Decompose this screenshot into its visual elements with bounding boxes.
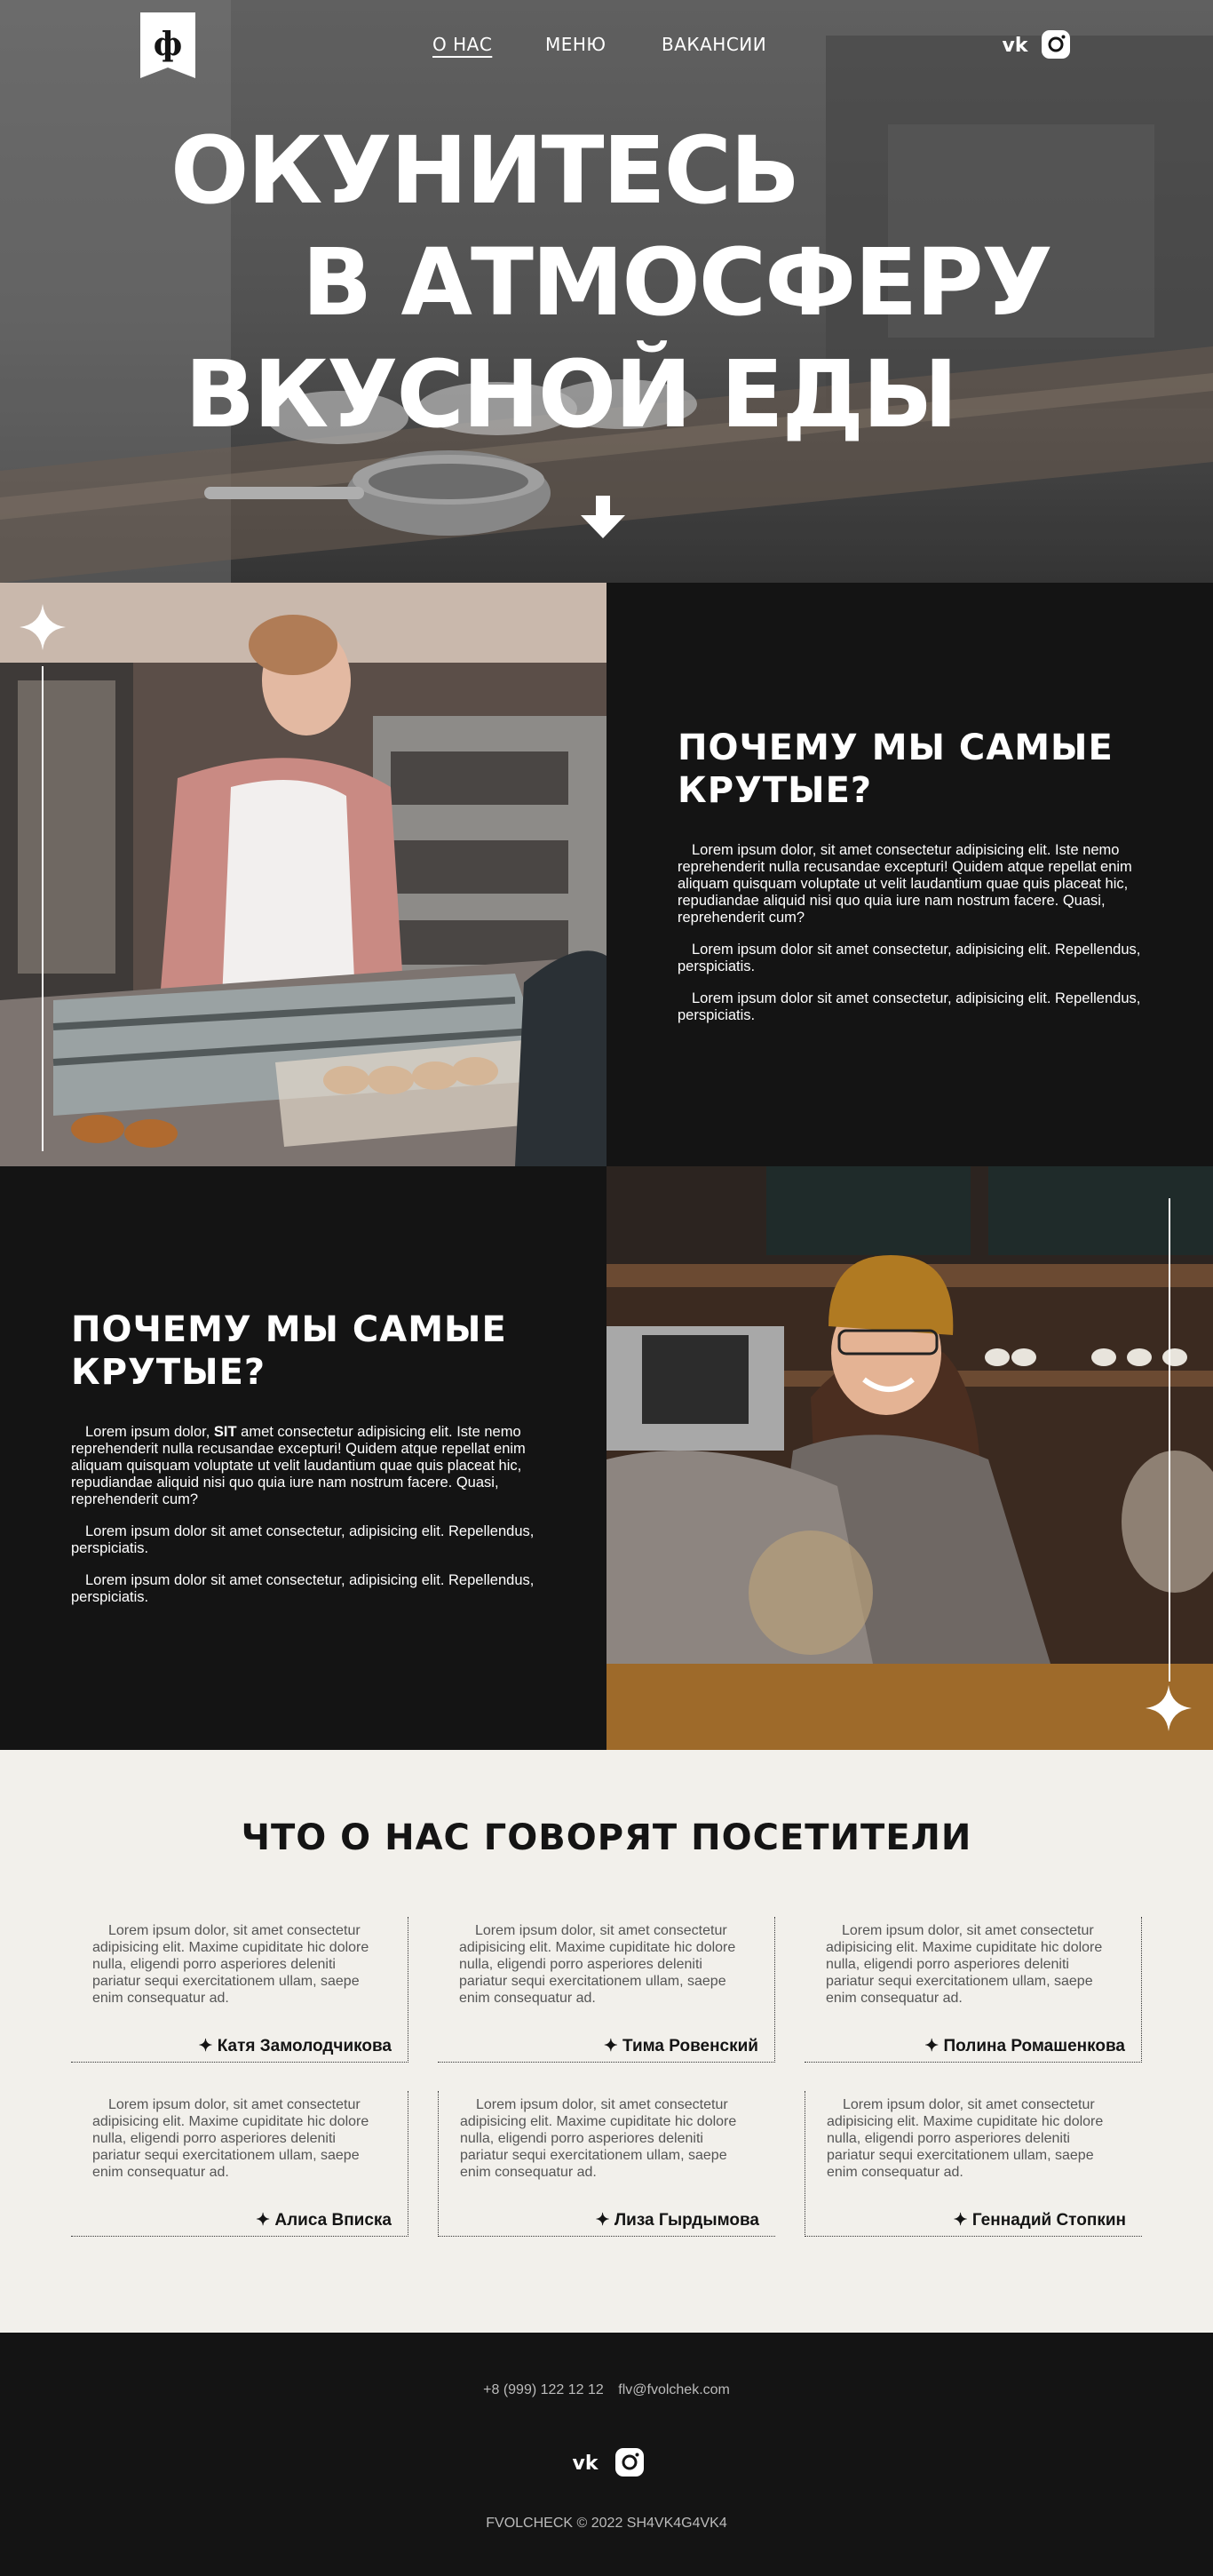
feature-paragraph: Lorem ipsum dolor sit amet consectetur, …	[71, 1572, 535, 1605]
feature-text-1: Lorem ipsum dolor, sit amet consectetur …	[678, 842, 1157, 1039]
feature-text-panel-1: ПОЧЕМУ МЫ САМЫЕ КРУТЫЕ? Lorem ipsum dolo…	[606, 583, 1213, 1166]
feature-text-2: Lorem ipsum dolor, SIT amet consectetur …	[71, 1424, 551, 1621]
sparkle-icon	[20, 604, 66, 650]
vertical-divider	[42, 666, 44, 1151]
review-card: Lorem ipsum dolor, sit amet consectetur …	[805, 1917, 1142, 2063]
feature-paragraph: Lorem ipsum dolor sit amet consectetur, …	[678, 990, 1141, 1023]
review-text: Lorem ipsum dolor, sit amet consectetur …	[92, 1923, 369, 2006]
feature-title-2: ПОЧЕМУ МЫ САМЫЕ КРУТЫЕ?	[71, 1309, 507, 1393]
feature-section-2: ПОЧЕМУ МЫ САМЫЕ КРУТЫЕ? Lorem ipsum dolo…	[0, 1166, 1213, 1750]
vk-icon[interactable]: vk	[568, 2446, 602, 2478]
review-author: ✦ Катя Замолодчикова	[198, 2037, 392, 2055]
feature-title-1: ПОЧЕМУ МЫ САМЫЕ КРУТЫЕ?	[678, 727, 1114, 811]
feature-paragraph: Lorem ipsum dolor, SIT amet consectetur …	[71, 1424, 551, 1508]
feature-paragraph: Lorem ipsum dolor sit amet consectetur, …	[71, 1523, 535, 1556]
footer-phone-link[interactable]: +8 (999) 122 12 12	[483, 2382, 604, 2397]
instagram-icon[interactable]	[1041, 29, 1071, 60]
bakery-photo	[0, 583, 606, 1166]
review-text: Lorem ipsum dolor, sit amet consectetur …	[460, 2097, 737, 2180]
reviews-title: ЧТО О НАС ГОВОРЯТ ПОСЕТИТЕЛИ	[241, 1817, 972, 1858]
review-text: Lorem ipsum dolor, sit amet consectetur …	[459, 1923, 736, 2006]
reviews-section: ЧТО О НАС ГОВОРЯТ ПОСЕТИТЕЛИ Lorem ipsum…	[0, 1750, 1213, 2333]
footer-email-link[interactable]: flv@fvolchek.com	[618, 2382, 730, 2397]
nav-item-about[interactable]: О НАС	[432, 34, 492, 55]
svg-text:vk: vk	[1003, 35, 1029, 57]
vertical-divider	[1169, 1198, 1170, 1682]
review-text: Lorem ipsum dolor, sit amet consectetur …	[827, 2097, 1104, 2180]
svg-text:vk: vk	[573, 2453, 599, 2475]
review-card: Lorem ipsum dolor, sit amet consectetur …	[438, 1917, 775, 2063]
review-author: ✦ Тима Ровенский	[603, 2037, 758, 2055]
sparkle-icon	[1146, 1685, 1192, 1731]
review-text: Lorem ipsum dolor, sit amet consectetur …	[826, 1923, 1103, 2006]
footer: +8 (999) 122 12 12 flv@fvolchek.com vk F…	[0, 2333, 1213, 2576]
feature-text-panel-2: ПОЧЕМУ МЫ САМЫЕ КРУТЫЕ? Lorem ipsum dolo…	[0, 1166, 606, 1750]
hero-title-line-1: ОКУНИТЕСЬ	[170, 116, 800, 225]
hero-section: ф О НАС МЕНЮ ВАКАНСИИ vk ОКУНИТЕСЬ В АТМ…	[0, 0, 1213, 583]
feature-paragraph-start: Lorem ipsum dolor,	[85, 1424, 214, 1440]
review-author: ✦ Лиза Гырдымова	[595, 2211, 759, 2230]
feature-paragraph-bold: SIT	[213, 1424, 237, 1440]
feature-paragraph: Lorem ipsum dolor sit amet consectetur, …	[678, 942, 1141, 974]
instagram-icon[interactable]	[614, 2447, 645, 2477]
feature-paragraph: Lorem ipsum dolor, sit amet consectetur …	[678, 842, 1132, 926]
hero-title-line-3: ВКУСНОЙ ЕДЫ	[185, 340, 958, 449]
review-author: ✦ Алиса Вписка	[256, 2211, 392, 2230]
review-card: Lorem ipsum dolor, sit amet consectetur …	[71, 1917, 408, 2063]
feature-section-1: ПОЧЕМУ МЫ САМЫЕ КРУТЫЕ? Lorem ipsum dolo…	[0, 583, 1213, 1166]
review-author: ✦ Геннадий Стопкин	[953, 2211, 1126, 2230]
nav-item-menu[interactable]: МЕНЮ	[545, 34, 606, 55]
footer-contacts: +8 (999) 122 12 12 flv@fvolchek.com	[0, 2382, 1213, 2398]
nav-item-vacancies[interactable]: ВАКАНСИИ	[662, 34, 766, 55]
review-author: ✦ Полина Ромашенкова	[924, 2037, 1125, 2055]
footer-copyright: FVOLCHECK © 2022 SH4VK4G4VK4	[486, 2516, 727, 2531]
hero-title-line-2: В АТМОСФЕРУ	[302, 228, 1053, 337]
vk-icon[interactable]: vk	[998, 28, 1032, 60]
arrow-down-icon[interactable]	[579, 496, 627, 540]
review-card: Lorem ipsum dolor, sit amet consectetur …	[805, 2091, 1142, 2237]
review-text: Lorem ipsum dolor, sit amet consectetur …	[92, 2097, 369, 2180]
review-card: Lorem ipsum dolor, sit amet consectetur …	[438, 2091, 775, 2237]
barista-photo	[606, 1166, 1213, 1750]
review-card: Lorem ipsum dolor, sit amet consectetur …	[71, 2091, 408, 2237]
